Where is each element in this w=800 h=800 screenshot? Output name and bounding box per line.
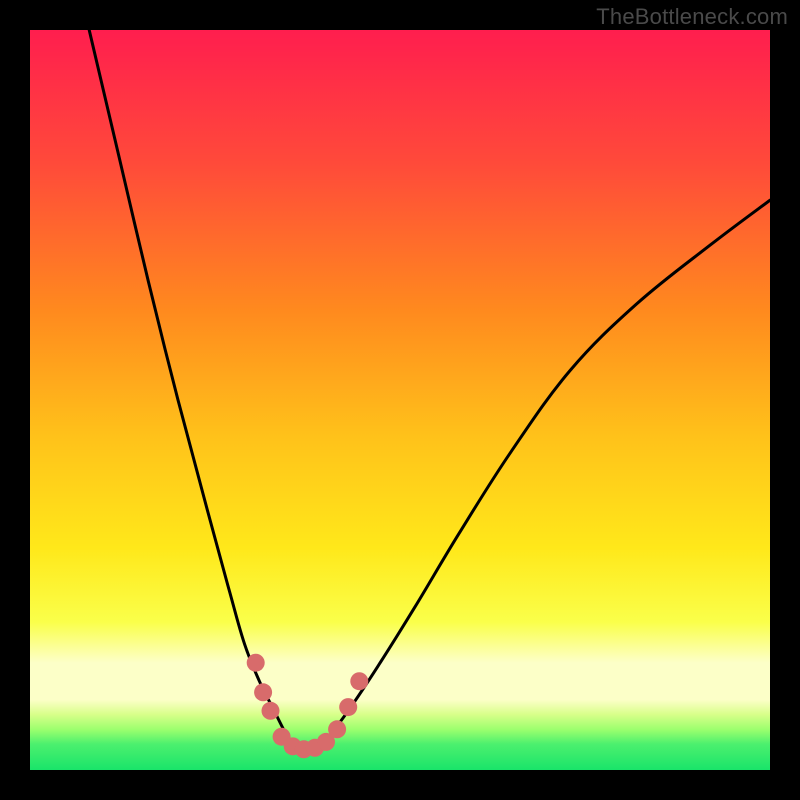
marker-dot — [247, 654, 265, 672]
bottleneck-curve — [89, 30, 770, 749]
marker-dot — [350, 672, 368, 690]
highlight-markers — [247, 654, 369, 759]
outer-frame: TheBottleneck.com — [0, 0, 800, 800]
marker-dot — [262, 702, 280, 720]
curve-layer — [30, 30, 770, 770]
curve-right-branch — [326, 200, 770, 740]
attribution-text: TheBottleneck.com — [596, 4, 788, 30]
marker-dot — [254, 683, 272, 701]
marker-dot — [328, 720, 346, 738]
curve-left-branch — [89, 30, 289, 740]
plot-area — [30, 30, 770, 770]
marker-dot — [339, 698, 357, 716]
